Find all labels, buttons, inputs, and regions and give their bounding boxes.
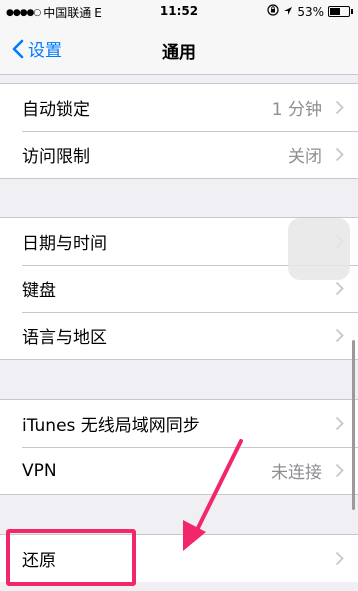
chevron-right-icon [335, 328, 344, 343]
row-value: 关闭 [288, 147, 322, 167]
rotation-lock-icon [267, 4, 279, 19]
row-label: 自动锁定 [22, 100, 90, 120]
chevron-right-icon [335, 416, 344, 431]
row-label: 日期与时间 [22, 234, 107, 254]
settings-group-lock: 自动锁定 1 分钟 访问限制 关闭 [0, 83, 358, 179]
row-vpn[interactable]: VPN 未连接 [0, 447, 358, 494]
chevron-right-icon [335, 100, 344, 115]
row-language-region[interactable]: 语言与地区 [0, 312, 358, 359]
row-value: 未连接 [271, 463, 322, 483]
row-label: 访问限制 [22, 147, 90, 167]
row-label: VPN [22, 460, 57, 481]
battery-percent: 53% [297, 4, 324, 19]
status-right: 53% [267, 4, 353, 19]
status-bar: ●●●●○ 中国联通 E 11:52 53% [0, 0, 358, 22]
settings-group-sync: iTunes 无线局域网同步 VPN 未连接 [0, 399, 358, 495]
row-itunes-wifi-sync[interactable]: iTunes 无线局域网同步 [0, 400, 358, 447]
row-label: iTunes 无线局域网同步 [22, 416, 200, 436]
row-label: 键盘 [22, 281, 56, 301]
page-title: 通用 [162, 43, 196, 63]
row-auto-lock[interactable]: 自动锁定 1 分钟 [0, 84, 358, 131]
chevron-right-icon [335, 147, 344, 162]
chevron-right-icon [335, 281, 344, 296]
chevron-right-icon [335, 551, 344, 566]
location-icon [283, 5, 293, 19]
nav-bar: 设置 通用 [0, 22, 358, 75]
battery-fill [330, 8, 340, 15]
row-value: 1 分钟 [271, 100, 322, 120]
chevron-right-icon [335, 463, 344, 478]
row-label: 语言与地区 [22, 328, 107, 348]
row-restrictions[interactable]: 访问限制 关闭 [0, 131, 358, 178]
highlight-box [6, 529, 136, 586]
battery-icon [328, 6, 353, 17]
scrollbar[interactable] [352, 340, 355, 510]
assistive-touch-button[interactable] [288, 218, 350, 280]
